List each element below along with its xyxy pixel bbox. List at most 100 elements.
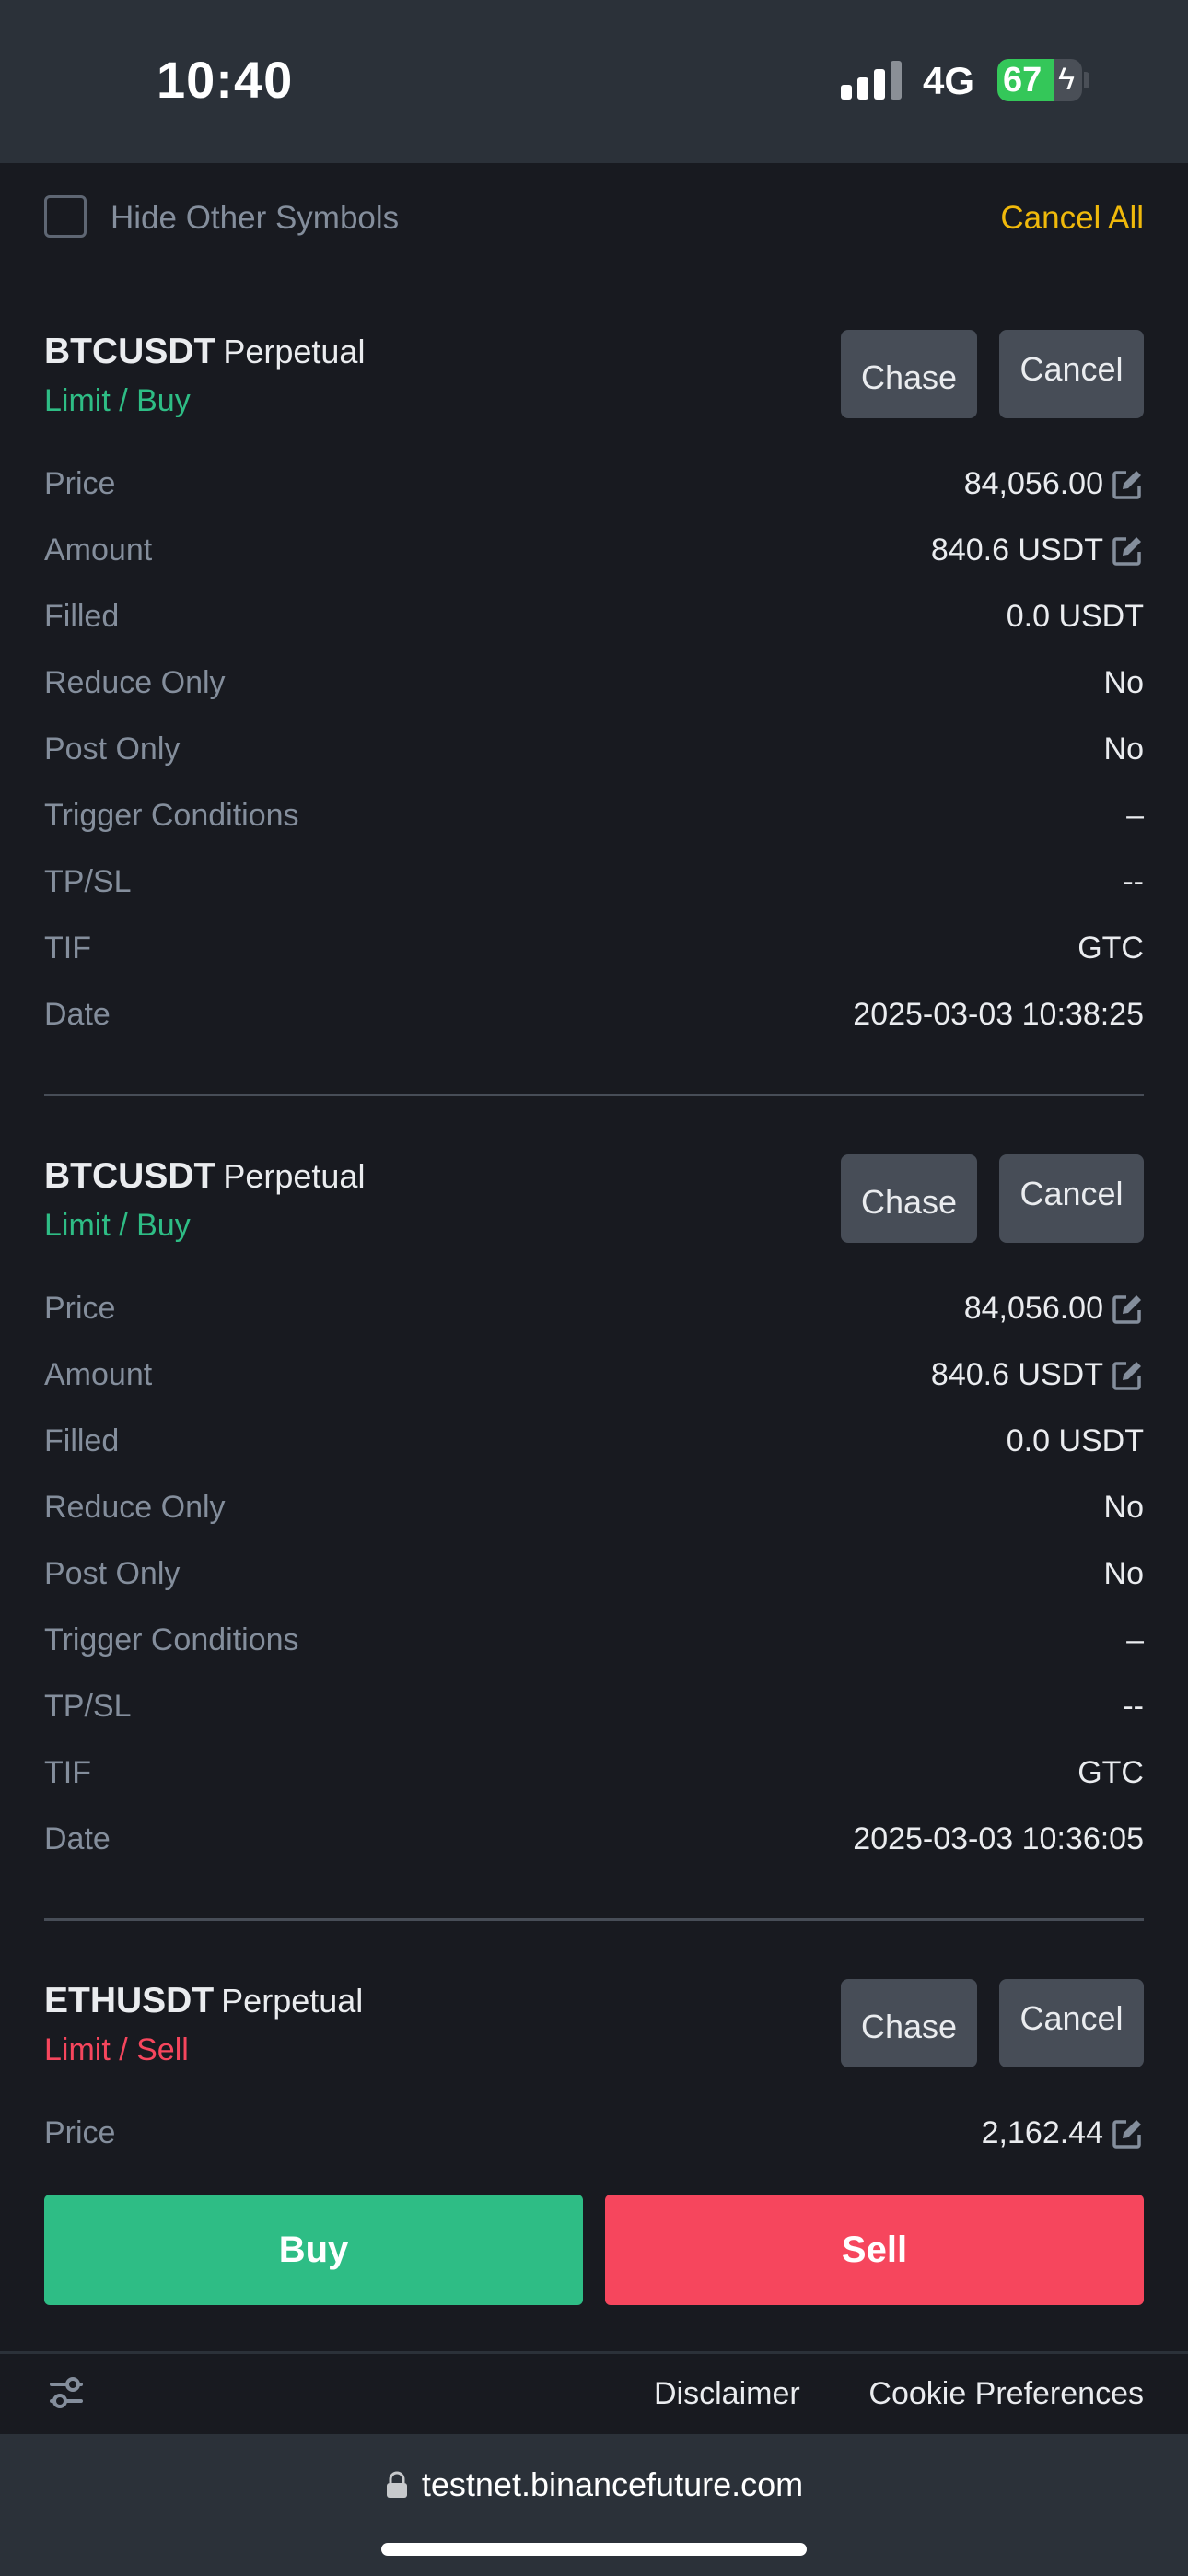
detail-value-text: 0.0 USDT [1006, 1423, 1144, 1458]
buy-button[interactable]: Buy [44, 2195, 583, 2305]
detail-value[interactable]: 84,056.00 [964, 466, 1144, 502]
detail-label: Date [44, 997, 111, 1032]
sliders-icon[interactable] [48, 2374, 85, 2411]
detail-row-filled: Filled 0.0 USDT [44, 1414, 1144, 1481]
detail-value[interactable]: 84,056.00 [964, 1291, 1144, 1327]
cancel-order-button[interactable]: Cancel [999, 1979, 1144, 2067]
detail-row-price: Price 84,056.00 [44, 1282, 1144, 1348]
detail-value[interactable]: 840.6 USDT [931, 533, 1144, 568]
detail-row-trigger-conditions: Trigger Conditions – [44, 789, 1144, 855]
detail-value[interactable]: 2,162.44 [982, 2115, 1144, 2151]
product-type: Perpetual [223, 333, 366, 370]
detail-label: Price [44, 2115, 116, 2150]
status-time: 10:40 [157, 51, 294, 109]
cancel-order-button[interactable]: Cancel [999, 1154, 1144, 1243]
order-divider [44, 1094, 1144, 1096]
detail-value-text: No [1103, 1490, 1144, 1525]
edit-icon[interactable] [1111, 1293, 1144, 1326]
detail-label: Date [44, 1821, 111, 1856]
detail-value-text: 2025-03-03 10:36:05 [853, 1821, 1144, 1856]
detail-value-text: 840.6 USDT [930, 533, 1103, 568]
battery-percent: 67 [1003, 61, 1042, 100]
detail-value-text: 84,056.00 [963, 1291, 1103, 1326]
detail-label: Trigger Conditions [44, 1622, 299, 1657]
order-details: Price 2,162.44 [44, 2106, 1144, 2172]
detail-label: TIF [44, 931, 91, 966]
chase-button[interactable]: Chase [841, 1979, 977, 2067]
cancel-order-button[interactable]: Cancel [999, 330, 1144, 418]
detail-row-date: Date 2025-03-03 10:38:25 [44, 988, 1144, 1054]
edit-icon[interactable] [1111, 1359, 1144, 1392]
detail-row-reduce-only: Reduce Only No [44, 656, 1144, 722]
detail-row-reduce-only: Reduce Only No [44, 1481, 1144, 1547]
cancel-all-button[interactable]: Cancel All [1000, 200, 1144, 237]
detail-row-date: Date 2025-03-03 10:36:05 [44, 1812, 1144, 1879]
detail-label: Filled [44, 1423, 120, 1458]
detail-value-text: – [1126, 798, 1144, 833]
detail-row-tp-sl: TP/SL -- [44, 1680, 1144, 1746]
detail-label: TP/SL [44, 1689, 132, 1724]
detail-row-amount: Amount 840.6 USDT [44, 523, 1144, 590]
detail-row-amount: Amount 840.6 USDT [44, 1348, 1144, 1414]
detail-row-tif: TIF GTC [44, 1746, 1144, 1812]
detail-value: No [1104, 1490, 1144, 1526]
order-side: Limit / Buy [44, 1208, 191, 1243]
chase-button[interactable]: Chase [841, 330, 977, 418]
detail-value: No [1104, 1556, 1144, 1592]
disclaimer-link[interactable]: Disclaimer [654, 2376, 800, 2412]
detail-label: Amount [44, 1357, 153, 1392]
detail-value-text: No [1103, 732, 1144, 767]
status-bar: 10:40 4G 67 ϟ [0, 0, 1188, 163]
detail-label: Post Only [44, 732, 181, 767]
detail-value: GTC [1077, 1755, 1144, 1791]
bolt-icon: ϟ [1058, 62, 1075, 97]
order-symbol: ETHUSDT Perpetual [44, 1981, 363, 2021]
detail-row-trigger-conditions: Trigger Conditions – [44, 1613, 1144, 1680]
home-indicator[interactable] [381, 2543, 807, 2556]
sell-button[interactable]: Sell [605, 2195, 1144, 2305]
detail-value: No [1104, 665, 1144, 701]
detail-label: Reduce Only [44, 665, 226, 700]
detail-label: Post Only [44, 1556, 181, 1591]
detail-value-text: GTC [1077, 931, 1144, 966]
detail-row-post-only: Post Only No [44, 722, 1144, 789]
product-type: Perpetual [221, 1982, 364, 2020]
detail-value: – [1126, 1622, 1144, 1658]
url-text[interactable]: testnet.binancefuture.com [422, 2465, 803, 2504]
detail-value-text: 0.0 USDT [1006, 599, 1144, 634]
detail-value: 0.0 USDT [1007, 1423, 1144, 1459]
symbol-name: BTCUSDT [44, 1156, 216, 1196]
signal-icon [841, 61, 902, 100]
detail-label: Amount [44, 533, 153, 568]
lock-icon [386, 2471, 407, 2498]
edit-icon[interactable] [1111, 468, 1144, 501]
detail-value[interactable]: 840.6 USDT [931, 1357, 1144, 1393]
detail-row-price: Price 84,056.00 [44, 457, 1144, 523]
detail-label: TIF [44, 1755, 91, 1790]
hide-other-symbols-label[interactable]: Hide Other Symbols [111, 200, 399, 237]
order-details: Price 84,056.00 Amount 840.6 USDT Filled 0.0 … [44, 457, 1144, 1054]
symbol-name: BTCUSDT [44, 332, 216, 371]
order-symbol: BTCUSDT Perpetual [44, 1156, 365, 1197]
order-symbol: BTCUSDT Perpetual [44, 332, 365, 372]
detail-row-tp-sl: TP/SL -- [44, 855, 1144, 921]
chase-button[interactable]: Chase [841, 1154, 977, 1243]
detail-label: TP/SL [44, 864, 132, 899]
detail-value: -- [1123, 1689, 1144, 1725]
detail-row-tif: TIF GTC [44, 921, 1144, 988]
detail-value: 0.0 USDT [1007, 599, 1144, 635]
hide-other-symbols-checkbox[interactable] [44, 195, 87, 238]
order-side: Limit / Sell [44, 2032, 189, 2067]
detail-value: -- [1123, 864, 1144, 900]
detail-value-text: No [1103, 665, 1144, 700]
detail-value: 2025-03-03 10:38:25 [853, 997, 1144, 1033]
edit-icon[interactable] [1111, 534, 1144, 568]
cookie-preferences-link[interactable]: Cookie Preferences [868, 2376, 1144, 2412]
detail-value: – [1126, 798, 1144, 834]
order-details: Price 84,056.00 Amount 840.6 USDT Filled 0.0 … [44, 1282, 1144, 1879]
detail-label: Trigger Conditions [44, 798, 299, 833]
browser-url-bar[interactable]: testnet.binancefuture.com [0, 2434, 1188, 2576]
edit-icon[interactable] [1111, 2117, 1144, 2150]
detail-value-text: GTC [1077, 1755, 1144, 1790]
detail-value-text: 840.6 USDT [930, 1357, 1103, 1392]
